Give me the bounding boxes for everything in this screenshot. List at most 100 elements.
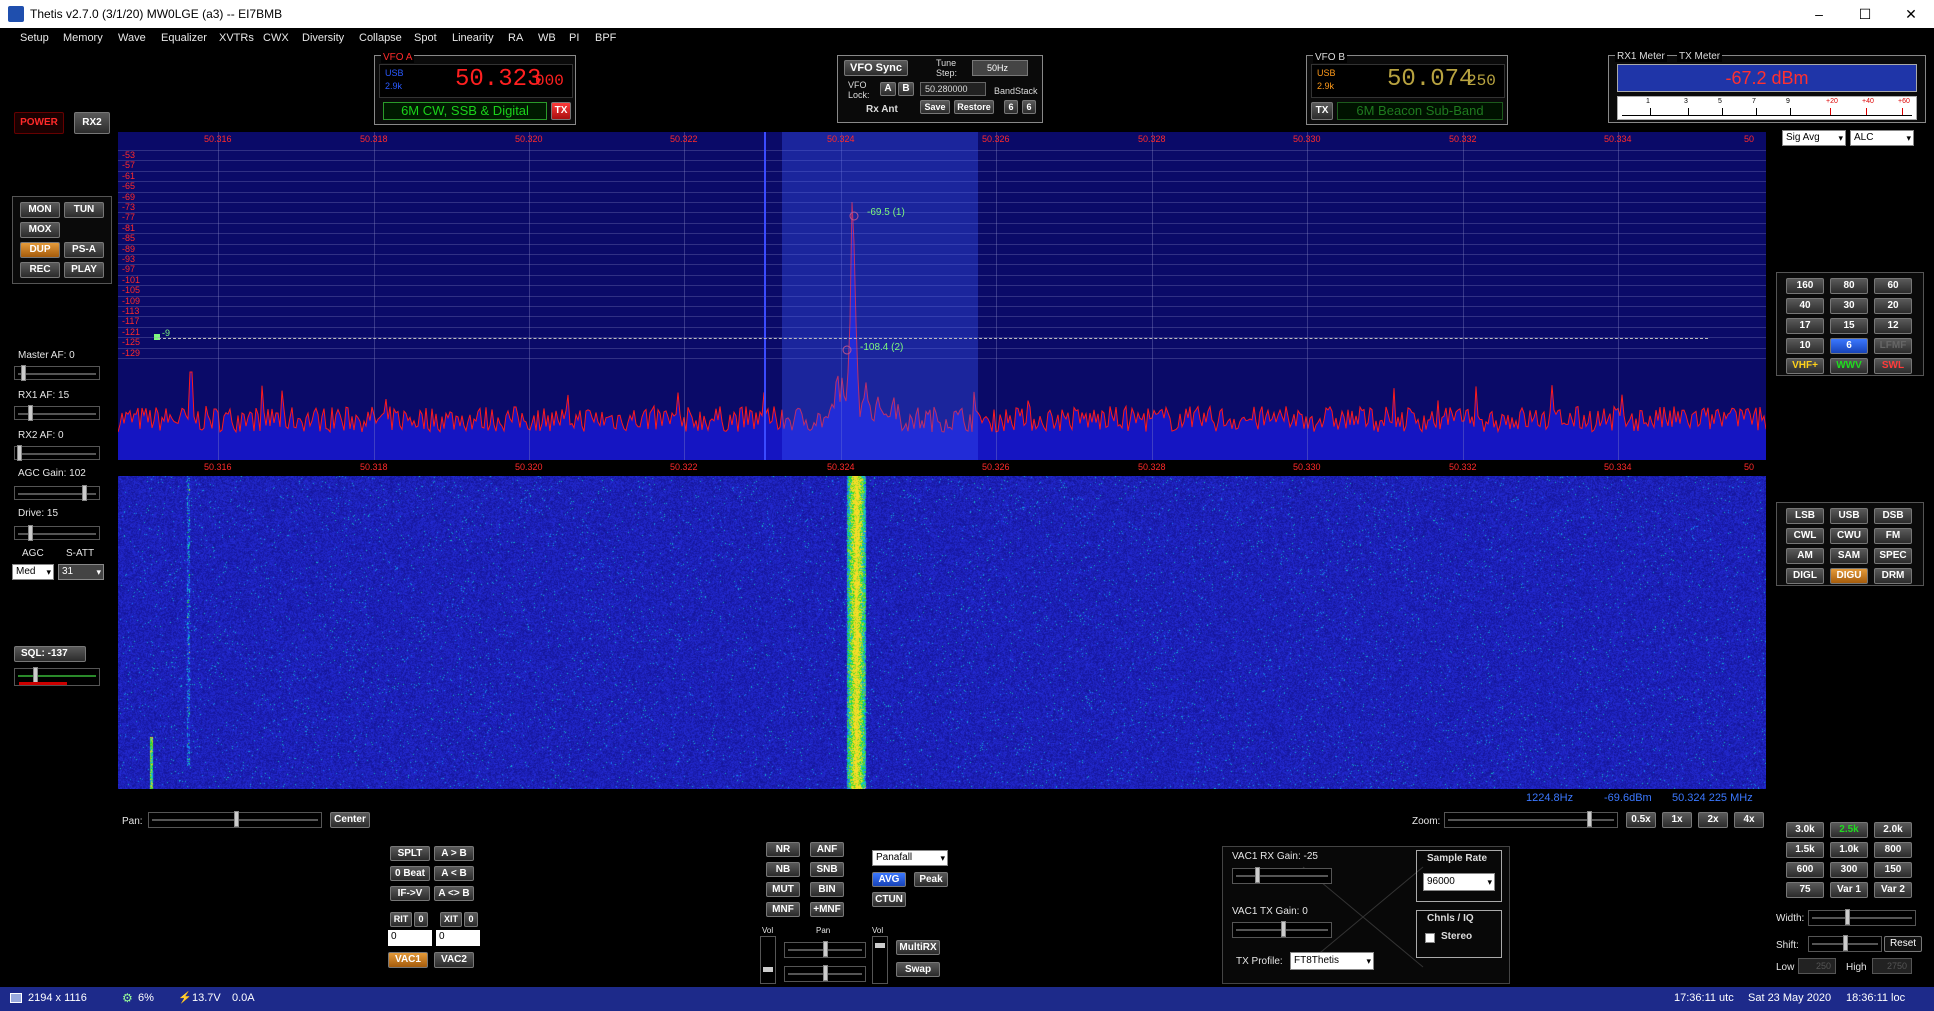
- mute-button[interactable]: MUT: [766, 882, 800, 897]
- psa-button[interactable]: PS-A: [64, 242, 104, 258]
- menu-equalizer[interactable]: Equalizer: [161, 32, 207, 44]
- low-field[interactable]: 250: [1798, 958, 1836, 974]
- center-button[interactable]: Center: [330, 812, 370, 828]
- bandstack-save-button[interactable]: Save: [920, 100, 950, 114]
- filter-button-2-5k[interactable]: 2.5k: [1830, 822, 1868, 838]
- maximize-button[interactable]: ☐: [1842, 0, 1888, 28]
- zoom-4x-button[interactable]: 4x: [1734, 812, 1764, 828]
- menu-linearity[interactable]: Linearity: [452, 32, 494, 44]
- shift-reset-button[interactable]: Reset: [1884, 936, 1922, 952]
- vfo-b-frequency-sub[interactable]: 250: [1467, 72, 1496, 90]
- lock-a-button[interactable]: A: [880, 82, 896, 96]
- bandstack-index-2[interactable]: 6: [1022, 100, 1036, 114]
- filter-button-3-0k[interactable]: 3.0k: [1786, 822, 1824, 838]
- filter-passband[interactable]: [782, 132, 978, 460]
- vfo-a-frequency[interactable]: 50.323: [455, 66, 541, 93]
- display-mode-select[interactable]: Panafall: [872, 850, 948, 866]
- swap-ab-button[interactable]: A <> B: [434, 886, 474, 901]
- rx2-volume-slider[interactable]: [872, 936, 888, 984]
- band-button-60[interactable]: 60: [1874, 278, 1912, 294]
- tune-step-select[interactable]: 50Hz: [972, 60, 1028, 76]
- vac2-button[interactable]: VAC2: [434, 952, 474, 968]
- tun-button[interactable]: TUN: [64, 202, 104, 218]
- lock-frequency-field[interactable]: 50.280000: [920, 82, 986, 96]
- play-button[interactable]: PLAY: [64, 262, 104, 278]
- mode-button-digl[interactable]: DIGL: [1786, 568, 1824, 584]
- high-field[interactable]: 2750: [1872, 958, 1912, 974]
- vac1-tx-gain-slider[interactable]: [1232, 921, 1332, 938]
- band-button-40[interactable]: 40: [1786, 298, 1824, 314]
- rit-clear-button[interactable]: 0: [414, 912, 428, 927]
- vfo-b-frequency[interactable]: 50.074: [1387, 66, 1473, 93]
- mode-button-sam[interactable]: SAM: [1830, 548, 1868, 564]
- band-button-80[interactable]: 80: [1830, 278, 1868, 294]
- if-to-v-button[interactable]: IF->V: [390, 886, 430, 901]
- split-button[interactable]: SPLT: [390, 846, 430, 861]
- vfo-b-tx-button[interactable]: TX: [1311, 102, 1333, 120]
- vfo-a-frequency-sub[interactable]: 000: [535, 72, 564, 90]
- shift-slider[interactable]: [1808, 935, 1882, 952]
- mode-button-drm[interactable]: DRM: [1874, 568, 1912, 584]
- bin-button[interactable]: BIN: [810, 882, 844, 897]
- rx1-meter-label[interactable]: RX1 Meter: [1615, 51, 1667, 62]
- agc-gain-slider[interactable]: [14, 485, 100, 501]
- master-af-slider[interactable]: [14, 365, 100, 381]
- swap-button[interactable]: Swap: [896, 962, 940, 977]
- vac1-button[interactable]: VAC1: [388, 952, 428, 968]
- rec-button[interactable]: REC: [20, 262, 60, 278]
- satt-spinner[interactable]: 31: [58, 564, 104, 580]
- tx-meter-label[interactable]: TX Meter: [1677, 51, 1723, 62]
- lock-b-button[interactable]: B: [898, 82, 914, 96]
- ctun-button[interactable]: CTUN: [872, 892, 906, 907]
- avg-button[interactable]: AVG: [872, 872, 906, 887]
- meter-tx-mode-select[interactable]: ALC: [1850, 130, 1914, 146]
- band-button-6[interactable]: 6: [1830, 338, 1868, 354]
- rx1-pan-slider[interactable]: [784, 941, 866, 958]
- band-button-10[interactable]: 10: [1786, 338, 1824, 354]
- menu-wb[interactable]: WB: [538, 32, 556, 44]
- drive-slider[interactable]: [14, 525, 100, 541]
- mode-button-cwl[interactable]: CWL: [1786, 528, 1824, 544]
- menu-collapse[interactable]: Collapse: [359, 32, 402, 44]
- power-button[interactable]: POWER: [14, 112, 64, 134]
- a-to-b-button[interactable]: A > B: [434, 846, 474, 861]
- vac1-rx-gain-slider[interactable]: [1232, 867, 1332, 884]
- meter-rx-mode-select[interactable]: Sig Avg: [1782, 130, 1846, 146]
- rx2-af-slider[interactable]: [14, 445, 100, 461]
- mode-button-fm[interactable]: FM: [1874, 528, 1912, 544]
- menu-pi[interactable]: PI: [569, 32, 579, 44]
- mode-button-dsb[interactable]: DSB: [1874, 508, 1912, 524]
- mnf-button[interactable]: MNF: [766, 902, 800, 917]
- sql-slider[interactable]: [14, 667, 100, 686]
- menu-setup[interactable]: Setup: [20, 32, 49, 44]
- sql-button[interactable]: SQL: -137: [14, 646, 86, 662]
- tx-profile-select[interactable]: FT8Thetis: [1290, 952, 1374, 970]
- zoom-05x-button[interactable]: 0.5x: [1626, 812, 1656, 828]
- band-button-15[interactable]: 15: [1830, 318, 1868, 334]
- close-button[interactable]: ✕: [1888, 0, 1934, 28]
- band-button-12[interactable]: 12: [1874, 318, 1912, 334]
- filter-button-800[interactable]: 800: [1874, 842, 1912, 858]
- menu-ra[interactable]: RA: [508, 32, 523, 44]
- rx1-volume-slider[interactable]: [760, 936, 776, 984]
- band-button-wwv[interactable]: WWV: [1830, 358, 1868, 374]
- band-button-20[interactable]: 20: [1874, 298, 1912, 314]
- mode-button-cwu[interactable]: CWU: [1830, 528, 1868, 544]
- menu-cwx[interactable]: CWX: [263, 32, 289, 44]
- zoom-slider[interactable]: [1444, 811, 1618, 828]
- band-button-vhf-[interactable]: VHF+: [1786, 358, 1824, 374]
- rx2-pan-slider[interactable]: [784, 965, 866, 982]
- width-slider[interactable]: [1808, 909, 1916, 926]
- mode-button-digu[interactable]: DIGU: [1830, 568, 1868, 584]
- zero-beat-button[interactable]: 0 Beat: [390, 866, 430, 881]
- nr-button[interactable]: NR: [766, 842, 800, 857]
- filter-button-1-0k[interactable]: 1.0k: [1830, 842, 1868, 858]
- mox-button[interactable]: MOX: [20, 222, 60, 238]
- menu-bpf[interactable]: BPF: [595, 32, 616, 44]
- filter-button-var-2[interactable]: Var 2: [1874, 882, 1912, 898]
- anf-button[interactable]: ANF: [810, 842, 844, 857]
- zoom-2x-button[interactable]: 2x: [1698, 812, 1728, 828]
- rx1-af-slider[interactable]: [14, 405, 100, 421]
- xit-button[interactable]: XIT: [440, 912, 462, 927]
- filter-button-600[interactable]: 600: [1786, 862, 1824, 878]
